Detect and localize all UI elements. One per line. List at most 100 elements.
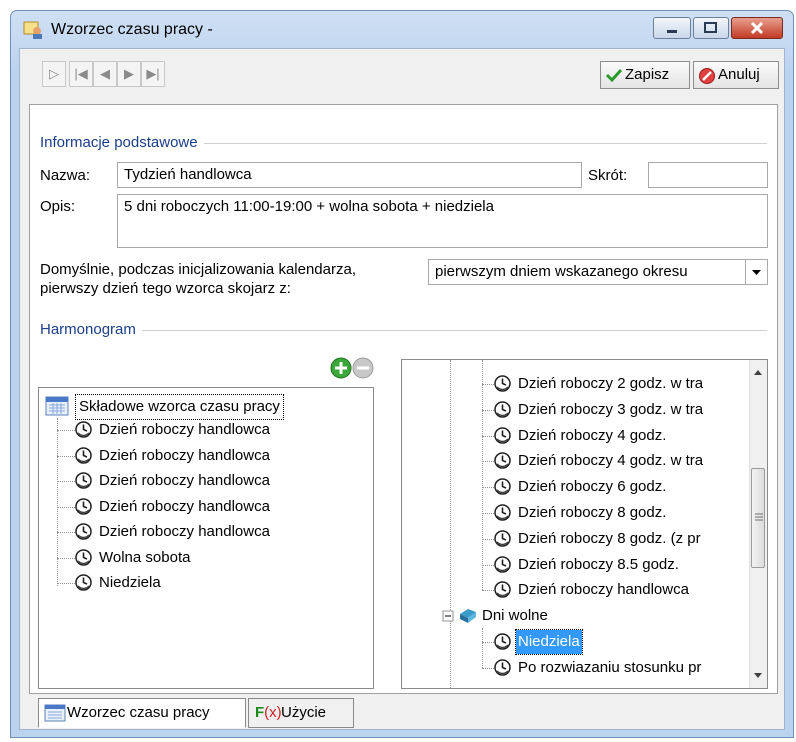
cancel-label: Anuluj bbox=[718, 66, 760, 83]
app-icon bbox=[23, 21, 42, 39]
default-label-line2: pierwszy dzień tego wzorca skojarz z: bbox=[40, 280, 291, 297]
clock-icon bbox=[494, 504, 511, 521]
schedule-root-node[interactable]: Składowe wzorca czasu pracy bbox=[75, 394, 284, 420]
new-record-button[interactable]: ▷ bbox=[42, 61, 66, 87]
tree-item-label: Dzień roboczy handlowca bbox=[518, 581, 689, 599]
clock-icon bbox=[494, 555, 511, 573]
tree-line bbox=[57, 455, 75, 457]
next-icon: ▶ bbox=[124, 66, 134, 81]
collapse-icon[interactable] bbox=[442, 610, 454, 622]
tree-item-label: Dzień roboczy 8 godz. (z pr bbox=[518, 529, 701, 547]
tree-line bbox=[482, 668, 494, 669]
tree-item-label: Dzień roboczy handlowca bbox=[99, 446, 270, 464]
group-divider bbox=[42, 330, 767, 331]
tree-item-label: Wolna sobota bbox=[99, 548, 191, 566]
minimize-button[interactable] bbox=[653, 17, 691, 39]
minimize-icon bbox=[667, 30, 677, 33]
next-record-button[interactable]: ▶ bbox=[117, 61, 141, 87]
name-field[interactable]: Tydzień handlowca bbox=[117, 162, 582, 188]
maximize-button[interactable] bbox=[693, 17, 729, 39]
client-area: ▷ |◀ ◀ ▶ ▶| Zapisz Anuluj Informacje pod… bbox=[19, 48, 785, 730]
grip-icon bbox=[755, 513, 763, 521]
tree-line bbox=[450, 360, 451, 688]
scroll-thumb[interactable] bbox=[751, 468, 765, 568]
first-record-button[interactable]: |◀ bbox=[69, 61, 93, 87]
abbr-field[interactable] bbox=[648, 162, 768, 188]
add-icon[interactable] bbox=[330, 357, 352, 379]
tree-line bbox=[482, 409, 494, 411]
function-icon: F(x) bbox=[255, 704, 282, 721]
tree-line bbox=[482, 384, 494, 385]
maximize-icon bbox=[704, 22, 717, 33]
tab-pattern[interactable]: Wzorzec czasu pracy bbox=[38, 698, 246, 728]
clock-icon bbox=[75, 548, 92, 566]
abbr-label: Skrót: bbox=[588, 167, 628, 184]
close-icon bbox=[750, 21, 764, 35]
tab-usage-label: Użycie bbox=[281, 704, 327, 721]
prev-record-button[interactable]: ◀ bbox=[93, 61, 117, 87]
tree-line bbox=[57, 430, 75, 431]
window-title: Wzorzec czasu pracy - bbox=[51, 21, 213, 38]
clock-icon bbox=[75, 421, 92, 438]
scroll-up-icon[interactable] bbox=[753, 368, 763, 376]
clock-icon bbox=[494, 530, 511, 547]
tab-usage[interactable]: F(x) Użycie bbox=[248, 698, 354, 728]
clock-icon bbox=[494, 633, 511, 650]
tree-line bbox=[482, 628, 483, 668]
prev-icon: ◀ bbox=[100, 66, 110, 81]
tree-line bbox=[57, 506, 75, 508]
tree-item-label: Dzień roboczy 3 godz. w tra bbox=[518, 400, 704, 418]
tree-line bbox=[482, 435, 494, 437]
window: Wzorzec czasu pracy - ▷ |◀ ◀ ▶ ▶| Zapisz… bbox=[10, 10, 794, 738]
tree-line bbox=[57, 557, 75, 559]
tree-line bbox=[57, 532, 75, 533]
clock-icon bbox=[75, 446, 92, 464]
new-icon: ▷ bbox=[49, 66, 59, 81]
chevron-down-icon bbox=[752, 270, 761, 275]
last-record-button[interactable]: ▶| bbox=[141, 61, 165, 87]
tree-item-label: Niedziela bbox=[99, 574, 161, 591]
book-icon bbox=[460, 609, 476, 623]
library-tree[interactable]: Dzień roboczy 2 godz. w tra Dzień roboczy… bbox=[401, 359, 768, 689]
tab-pattern-label: Wzorzec czasu pracy bbox=[67, 704, 210, 721]
tree-item-label: Dzień roboczy handlowca bbox=[99, 497, 270, 515]
cancel-button[interactable]: Anuluj bbox=[693, 61, 779, 89]
schedule-tree[interactable]: Składowe wzorca czasu pracy Dzień robocz… bbox=[38, 387, 374, 689]
default-select[interactable]: pierwszym dniem wskazanego okresu bbox=[428, 259, 746, 285]
library-scrollbar[interactable] bbox=[749, 360, 767, 688]
clock-icon bbox=[494, 375, 511, 392]
tree-line bbox=[482, 513, 494, 514]
title-bar[interactable]: Wzorzec czasu pracy - bbox=[11, 11, 793, 45]
desc-field[interactable]: 5 dni roboczych 11:00-19:00 + wolna sobo… bbox=[117, 194, 768, 248]
tree-line bbox=[482, 538, 494, 540]
clock-icon bbox=[75, 497, 92, 515]
clock-icon bbox=[494, 452, 511, 470]
default-select-dropdown[interactable] bbox=[745, 259, 768, 285]
tree-line bbox=[482, 360, 483, 590]
name-label: Nazwa: bbox=[40, 167, 91, 184]
tree-item-label: Dzień roboczy 6 godz. bbox=[518, 478, 667, 496]
close-button[interactable] bbox=[731, 17, 783, 39]
schedule-title: Harmonogram bbox=[40, 321, 142, 338]
clock-icon bbox=[494, 581, 511, 599]
tree-line bbox=[482, 642, 494, 643]
calendar-icon bbox=[44, 704, 66, 722]
remove-icon[interactable] bbox=[352, 357, 374, 379]
tree-line bbox=[482, 564, 494, 566]
scroll-down-icon[interactable] bbox=[753, 672, 763, 680]
tree-item-label: Dzień roboczy 4 godz. w tra bbox=[518, 452, 704, 470]
clock-icon bbox=[494, 659, 511, 676]
tree-line bbox=[57, 583, 75, 584]
basic-info-title: Informacje podstawowe bbox=[40, 134, 204, 151]
tree-line bbox=[482, 590, 494, 592]
tree-item-label: Dzień roboczy 8.5 godz. bbox=[518, 555, 679, 573]
save-label: Zapisz bbox=[625, 66, 670, 83]
checkmark-icon bbox=[605, 68, 623, 83]
tree-item-label: Niedziela bbox=[515, 629, 583, 655]
tree-item-label: Dzień roboczy 8 godz. bbox=[518, 504, 667, 521]
save-button[interactable]: Zapisz bbox=[600, 61, 690, 89]
tree-item-label: Dzień roboczy 2 godz. w tra bbox=[518, 375, 704, 392]
tree-line bbox=[482, 461, 494, 463]
tree-item-label: Dzień roboczy handlowca bbox=[99, 523, 270, 540]
main-panel: Informacje podstawowe Nazwa: Tydzień han… bbox=[29, 104, 778, 694]
